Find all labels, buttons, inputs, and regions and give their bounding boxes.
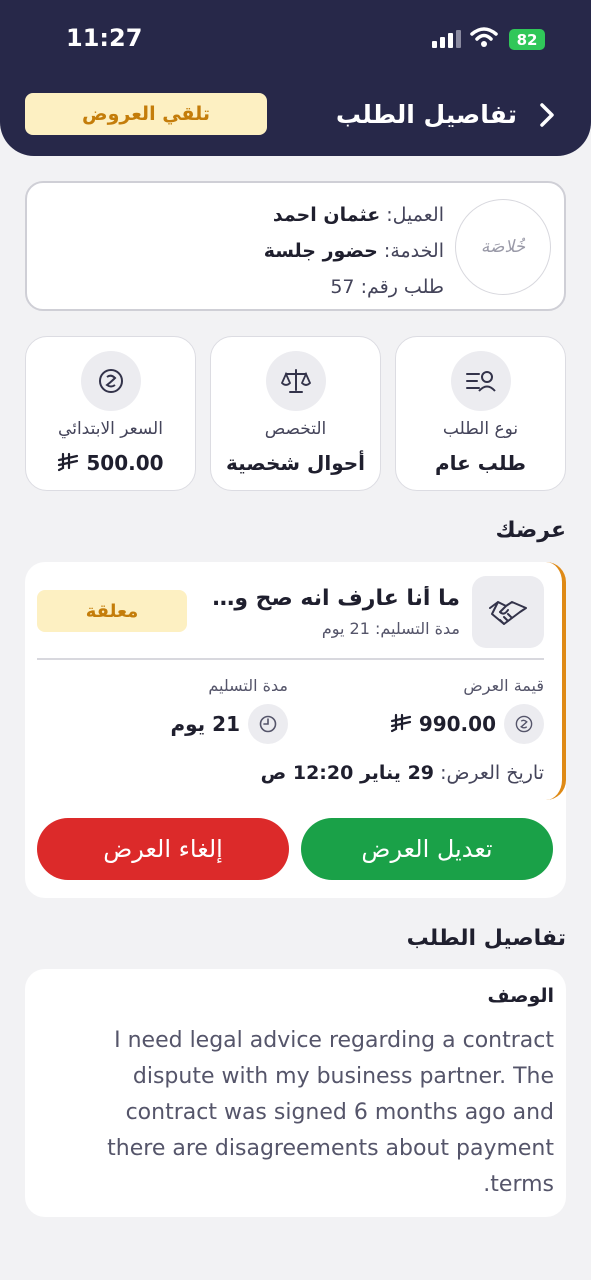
chevron-right-icon[interactable] xyxy=(534,100,560,130)
logo-text: خُلاصَة xyxy=(480,237,526,257)
currency-icon xyxy=(81,351,141,411)
battery-icon: 82 xyxy=(509,29,545,50)
info-value: أحوال شخصية xyxy=(225,451,366,475)
info-card-initial-price: السعر الابتدائي 500.00 xyxy=(25,336,196,491)
service-name: حضور جلسة xyxy=(263,240,378,262)
offer-title: ما أنا عارف انه صح ولا غلط xyxy=(198,586,460,611)
header-bar: 11:27 82 تفاصيل الطلب تلقي العروض xyxy=(0,0,591,156)
offer-value-label: قيمة العرض xyxy=(463,676,544,695)
delivery-duration-label: مدة التسليم xyxy=(208,676,288,695)
client-row: العميل: عثمان احمد xyxy=(264,197,444,233)
description-label: الوصف xyxy=(487,985,554,1007)
battery-level: 82 xyxy=(516,30,538,49)
info-value: طلب عام xyxy=(435,451,526,475)
handshake-icon xyxy=(472,576,544,648)
client-label: العميل: xyxy=(386,204,444,226)
cancel-offer-button[interactable]: إلغاء العرض xyxy=(37,818,289,880)
status-time: 11:27 xyxy=(66,24,143,52)
signal-icon xyxy=(432,30,461,48)
info-value: 500.00 xyxy=(26,451,195,475)
service-row: الخدمة: حضور جلسة xyxy=(264,233,444,269)
info-card-specialty: التخصص أحوال شخصية xyxy=(210,336,381,491)
info-label: السعر الابتدائي xyxy=(58,419,163,439)
offer-date-label: تاريخ العرض: xyxy=(440,762,544,784)
order-row: طلب رقم: 57 xyxy=(264,269,444,305)
clock-icon xyxy=(248,704,288,744)
order-number: 57 xyxy=(330,276,355,298)
riyal-icon xyxy=(58,452,79,472)
offer-section-title: عرضك xyxy=(495,518,566,543)
page-title: تفاصيل الطلب xyxy=(335,100,517,129)
wifi-icon xyxy=(470,27,498,47)
offer-value-amount: 990.00 xyxy=(418,712,496,736)
offer-details-box: ما أنا عارف انه صح ولا غلط مدة التسليم: … xyxy=(25,562,566,800)
info-card-request-type: نوع الطلب طلب عام xyxy=(395,336,566,491)
client-name: عثمان احمد xyxy=(272,204,381,226)
divider xyxy=(37,658,544,660)
offer-value: 990.00 xyxy=(390,712,496,736)
client-info: العميل: عثمان احمد الخدمة: حضور جلسة طلب… xyxy=(264,197,444,305)
request-type-icon xyxy=(451,351,511,411)
order-label: طلب رقم: xyxy=(360,276,444,298)
delivery-duration: 21 يوم xyxy=(170,712,240,736)
offer-delivery-line: مدة التسليم: 21 يوم xyxy=(321,619,460,638)
company-logo: خُلاصَة xyxy=(455,199,551,295)
client-card: خُلاصَة العميل: عثمان احمد الخدمة: حضور … xyxy=(25,181,566,311)
info-label: نوع الطلب xyxy=(442,419,519,439)
offer-card: ما أنا عارف انه صح ولا غلط مدة التسليم: … xyxy=(25,562,566,898)
details-section-title: تفاصيل الطلب xyxy=(406,926,566,951)
price-value: 500.00 xyxy=(86,451,164,475)
offer-date: تاريخ العرض: 29 يناير 12:20 ص xyxy=(261,762,544,784)
receive-offers-button[interactable]: تلقي العروض xyxy=(25,93,267,135)
info-label: التخصص xyxy=(264,419,327,439)
scales-icon xyxy=(266,351,326,411)
description-card: الوصف I need legal advice regarding a co… xyxy=(25,969,566,1217)
offer-date-value: 29 يناير 12:20 ص xyxy=(260,762,435,784)
service-label: الخدمة: xyxy=(383,240,444,262)
currency-icon xyxy=(504,704,544,744)
edit-offer-button[interactable]: تعديل العرض xyxy=(301,818,553,880)
riyal-icon xyxy=(390,713,411,733)
status-badge: معلقة xyxy=(37,590,187,632)
description-text: I need legal advice regarding a contract… xyxy=(107,1028,554,1197)
